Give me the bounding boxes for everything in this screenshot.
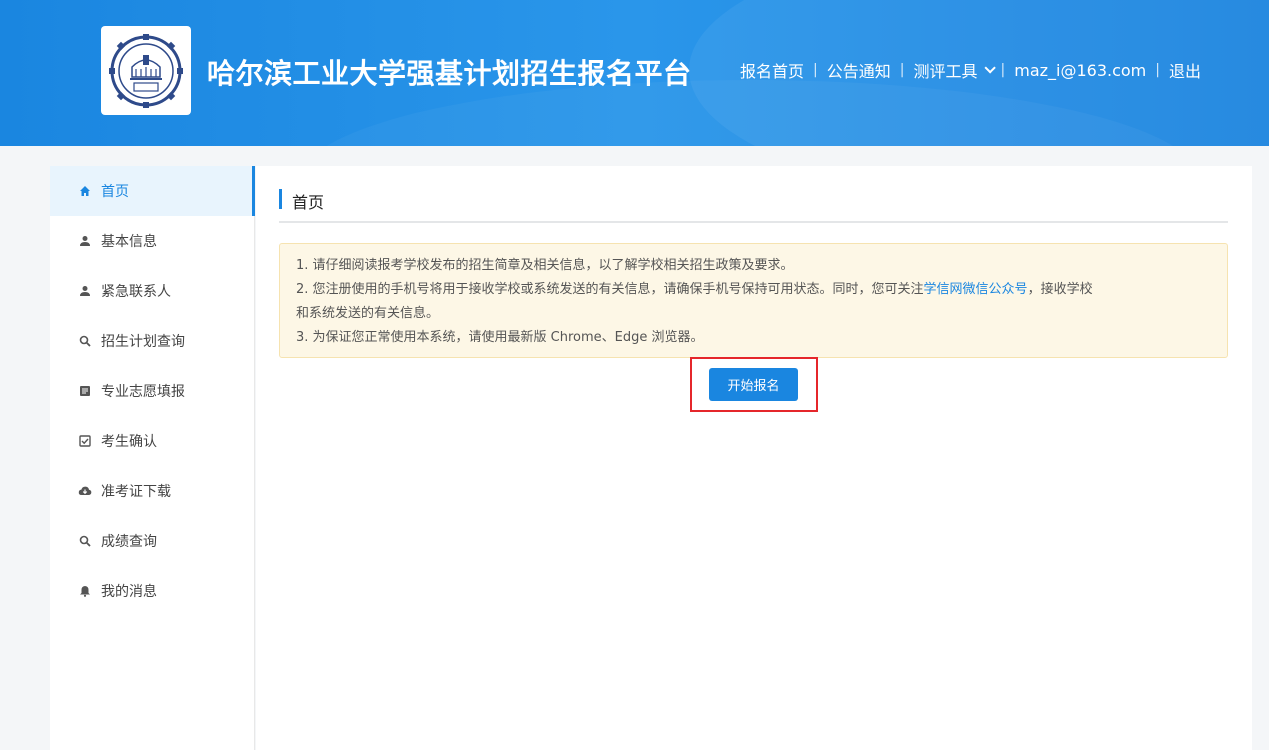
sidebar-item-label: 我的消息: [101, 584, 157, 600]
sidebar-item-candidate-confirm[interactable]: 考生确认: [50, 416, 254, 466]
nav-separator: |: [1155, 62, 1160, 78]
main-content: 首页 1. 请仔细阅读报考学校发布的招生简章及相关信息，以了解学校相关招生政策及…: [256, 166, 1252, 750]
chsi-wechat-link[interactable]: 学信网微信公众号: [924, 282, 1028, 297]
sidebar-item-emergency-contact[interactable]: 紧急联系人: [50, 266, 254, 316]
search-icon: [78, 334, 92, 348]
sidebar-item-label: 紧急联系人: [101, 284, 171, 300]
sidebar-item-plan-query[interactable]: 招生计划查询: [50, 316, 254, 366]
nav-separator: |: [899, 62, 905, 78]
start-registration-button[interactable]: 开始报名: [709, 368, 798, 401]
sidebar-item-label: 专业志愿填报: [101, 384, 185, 400]
page-title: 首页: [292, 193, 325, 212]
sidebar-item-messages[interactable]: 我的消息: [50, 566, 254, 616]
page-header: 首页: [279, 185, 1228, 223]
notice-line-2: 2. 您注册使用的手机号将用于接收学校或系统发送的有关信息，请确保手机号保持可用…: [296, 278, 1211, 302]
sidebar-item-label: 首页: [101, 184, 129, 200]
nav-notices-link[interactable]: 公告通知: [827, 58, 891, 82]
notice-line-2-text: 2. 您注册使用的手机号将用于接收学校或系统发送的有关信息，请确保手机号保持可用…: [296, 282, 924, 297]
home-icon: [78, 184, 92, 198]
nav-logout-link[interactable]: 退出: [1169, 58, 1201, 82]
chevron-down-icon: [983, 62, 996, 74]
checkbox-icon: [78, 434, 92, 448]
sidebar-item-label: 考生确认: [101, 434, 157, 450]
sidebar-item-label: 准考证下载: [101, 484, 171, 500]
notice-line-2-continued: 和系统发送的有关信息。: [296, 306, 440, 321]
cloud-download-icon: [78, 484, 92, 498]
university-logo: [101, 26, 191, 115]
nav-home-link[interactable]: 报名首页: [740, 58, 804, 82]
top-navigation: 报名首页 | 公告通知 | 测评工具 | maz_i@163.com | 退出: [740, 58, 1201, 82]
nav-separator: |: [813, 62, 818, 78]
hit-seal-icon: [109, 33, 183, 108]
notice-line-1: 1. 请仔细阅读报考学校发布的招生简章及相关信息，以了解学校相关招生政策及要求。: [296, 258, 794, 273]
sidebar-item-score-query[interactable]: 成绩查询: [50, 516, 254, 566]
sidebar-item-label: 基本信息: [101, 234, 157, 250]
search-icon: [78, 534, 92, 548]
user-icon: [78, 284, 92, 298]
nav-user-account[interactable]: maz_i@163.com: [1014, 61, 1146, 80]
title-accent-bar: [279, 189, 282, 209]
notice-line-2-tail: ，接收学校: [1027, 282, 1093, 297]
sidebar-item-basic-info[interactable]: 基本信息: [50, 216, 254, 266]
nav-tools-dropdown[interactable]: 测评工具: [913, 58, 996, 82]
nav-separator: |: [1000, 62, 1006, 78]
site-header: 哈尔滨工业大学强基计划招生报名平台 报名首页 | 公告通知 | 测评工具 | m…: [0, 0, 1269, 146]
sidebar-item-major-application[interactable]: 专业志愿填报: [50, 366, 254, 416]
notice-line-3: 3. 为保证您正常使用本系统，请使用最新版 Chrome、Edge 浏览器。: [296, 330, 704, 345]
sidebar-item-label: 招生计划查询: [101, 334, 185, 350]
nav-tools-label: 测评工具: [913, 62, 978, 81]
user-icon: [78, 234, 92, 248]
notice-box: 1. 请仔细阅读报考学校发布的招生简章及相关信息，以了解学校相关招生政策及要求。…: [279, 243, 1228, 358]
form-icon: [78, 384, 92, 398]
site-title: 哈尔滨工业大学强基计划招生报名平台: [207, 57, 692, 90]
sidebar-item-home[interactable]: 首页: [50, 166, 255, 216]
sidebar: 首页 基本信息 紧急联系人 招生计划查询 专业志愿填报 考生确认 准考证下载 成…: [50, 166, 255, 750]
sidebar-item-admission-ticket[interactable]: 准考证下载: [50, 466, 254, 516]
sidebar-item-label: 成绩查询: [101, 534, 157, 550]
bell-icon: [78, 584, 92, 598]
